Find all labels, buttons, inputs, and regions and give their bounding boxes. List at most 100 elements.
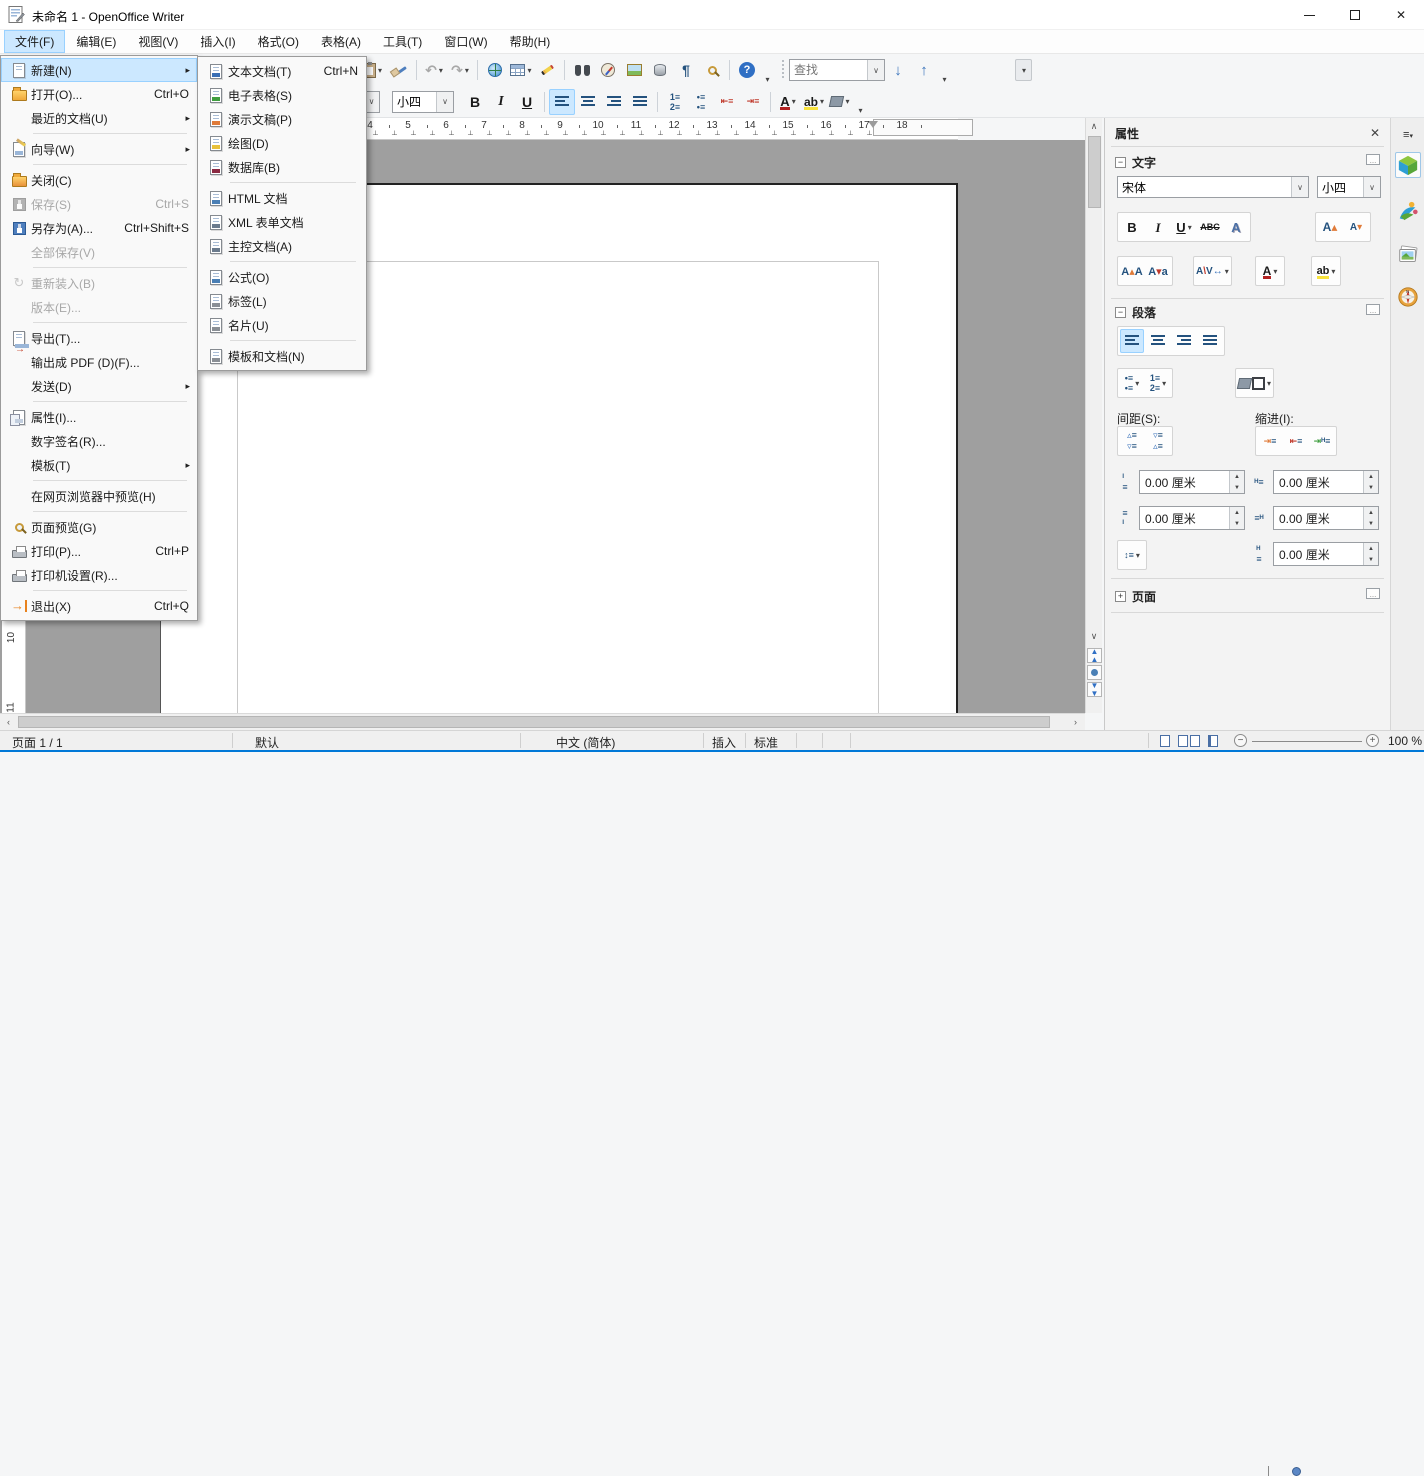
menu-insert[interactable]: 插入(I) [189, 30, 246, 53]
navigator-button[interactable] [595, 57, 621, 83]
shrink-font-button[interactable]: A▾ [1344, 215, 1368, 239]
formatting-marks-button[interactable]: ¶ [673, 57, 699, 83]
spin-up-icon[interactable]: ▲ [1364, 507, 1378, 518]
spin-down-icon[interactable]: ▼ [1364, 518, 1378, 529]
tab-stop-marker[interactable]: ┴ [449, 132, 454, 139]
text-dialog-launcher[interactable]: … [1366, 154, 1380, 165]
font-name-dropdown[interactable]: ∨ [1291, 177, 1308, 197]
book-view-button[interactable] [1208, 735, 1218, 747]
bullet-list-button[interactable]: •≡•≡▾ [1120, 371, 1144, 395]
menu-table[interactable]: 表格(A) [310, 30, 372, 53]
increase-spacing-button[interactable]: ▵≡▿≡ [1120, 429, 1144, 453]
lowercase-button[interactable]: A▾a [1146, 259, 1170, 283]
submenu-item-xml-form-document[interactable]: XML 表单文档 [198, 210, 366, 234]
close-button[interactable]: ✕ [1378, 0, 1424, 30]
tab-stop-marker[interactable]: ┴ [430, 132, 435, 139]
previous-page-button[interactable]: ▲▲ [1087, 648, 1102, 663]
indent-value[interactable]: 0.00 厘米 [1274, 507, 1363, 529]
find-replace-button[interactable] [569, 57, 595, 83]
align-right-button[interactable] [601, 89, 627, 115]
paragraph-dialog-launcher[interactable]: … [1366, 304, 1380, 315]
sidebar-font-size-input[interactable] [1318, 180, 1363, 194]
submenu-item-text-document[interactable]: 文本文档(T) Ctrl+N [198, 59, 366, 83]
bold-button[interactable]: B [1120, 215, 1144, 239]
page-section-header[interactable]: + 页面 [1115, 588, 1156, 605]
page-dialog-launcher[interactable]: … [1366, 588, 1380, 599]
horizontal-scrollbar[interactable]: ‹ › [0, 713, 1085, 730]
tab-stop-marker[interactable]: ┴ [867, 132, 872, 139]
find-next-button[interactable]: ↓ [885, 57, 911, 83]
submenu-item-formula[interactable]: 公式(O) [198, 265, 366, 289]
indent-value[interactable]: 0.00 厘米 [1274, 543, 1363, 565]
sidebar-close-button[interactable]: ✕ [1370, 126, 1380, 140]
align-right-button[interactable] [1172, 329, 1196, 353]
tab-stop-marker[interactable]: ┴ [810, 132, 815, 139]
menu-help[interactable]: 帮助(H) [499, 30, 562, 53]
submenu-item-master-document[interactable]: 主控文档(A) [198, 234, 366, 258]
italic-button[interactable]: I [488, 89, 514, 115]
spinner-buttons[interactable]: ▲▼ [1363, 507, 1378, 529]
help-button[interactable]: ? [734, 57, 760, 83]
file-menu-item-exit[interactable]: → 退出(X) Ctrl+Q [1, 594, 197, 618]
hyperlink-button[interactable] [482, 57, 508, 83]
highlighting-button[interactable]: ab▾ [1314, 259, 1338, 283]
indent-value[interactable]: 0.00 厘米 [1274, 471, 1363, 493]
paragraph-background-button[interactable]: ▾ [1238, 371, 1271, 395]
shadow-button[interactable]: A [1224, 215, 1248, 239]
file-menu-item-close[interactable]: 关闭(C) [1, 168, 197, 192]
tab-stop-marker[interactable]: ┴ [468, 132, 473, 139]
tab-stop-marker[interactable]: ┴ [373, 132, 378, 139]
menu-edit[interactable]: 编辑(E) [65, 30, 127, 53]
scroll-right-button[interactable]: › [1068, 714, 1083, 730]
undo-button[interactable]: ↶▾ [421, 57, 447, 83]
text-language[interactable]: 中文 (简体) [556, 734, 615, 751]
tab-stop-marker[interactable]: ┴ [734, 132, 739, 139]
file-menu-item-printer-settings[interactable]: 打印机设置(R)... [1, 563, 197, 587]
gallery-button[interactable] [621, 57, 647, 83]
file-menu-item-export[interactable]: 导出(T)... [1, 326, 197, 350]
format-paintbrush-button[interactable] [386, 57, 412, 83]
tab-stop-marker[interactable]: ┴ [582, 132, 587, 139]
font-size-input[interactable] [393, 95, 436, 109]
file-menu-item-page-preview[interactable]: 页面预览(G) [1, 515, 197, 539]
gallery-deck-tab[interactable] [1395, 242, 1421, 268]
redo-button[interactable]: ↷▾ [447, 57, 473, 83]
single-page-view-button[interactable] [1160, 735, 1170, 747]
tab-stop-marker[interactable]: ┴ [848, 132, 853, 139]
strikethrough-button[interactable]: ABC [1198, 215, 1222, 239]
data-sources-button[interactable] [647, 57, 673, 83]
zoom-slider-thumb[interactable] [1292, 1467, 1301, 1476]
next-page-button[interactable]: ▼▼ [1087, 682, 1102, 697]
page-count[interactable]: 页面 1 / 1 [12, 734, 63, 751]
menu-window[interactable]: 窗口(W) [433, 30, 498, 53]
file-menu-item-print[interactable]: 打印(P)... Ctrl+P [1, 539, 197, 563]
sidebar-settings-button[interactable]: ≡▾ [1395, 126, 1421, 144]
highlighting-button[interactable]: ab▾ [801, 89, 827, 115]
tab-stop-marker[interactable]: ┴ [392, 132, 397, 139]
spin-down-icon[interactable]: ▼ [1230, 518, 1244, 529]
file-menu-item-new[interactable]: 新建(N) ▸ [1, 58, 197, 82]
spin-down-icon[interactable]: ▼ [1230, 482, 1244, 493]
submenu-item-business-cards[interactable]: 名片(U) [198, 313, 366, 337]
underline-button[interactable]: U▾ [1172, 215, 1196, 239]
find-toolbar-grip[interactable] [782, 60, 784, 80]
navigation-button[interactable] [1087, 665, 1102, 680]
file-menu-item-save-all[interactable]: 全部保存(V) [1, 240, 197, 264]
navigator-deck-tab[interactable]: N [1395, 284, 1421, 310]
toolbar-overflow-button[interactable]: ▾ [760, 72, 774, 86]
menu-file[interactable]: 文件(F) [4, 30, 65, 53]
properties-deck-tab[interactable] [1395, 152, 1421, 178]
expand-icon[interactable]: + [1115, 591, 1126, 602]
multi-page-view-button[interactable] [1178, 735, 1188, 747]
numbered-list-button[interactable]: 1≡2≡▾ [1146, 371, 1170, 395]
draw-functions-button[interactable] [534, 57, 560, 83]
spin-up-icon[interactable]: ▲ [1230, 471, 1244, 482]
tab-stop-marker[interactable]: ┴ [563, 132, 568, 139]
justify-button[interactable] [627, 89, 653, 115]
zoom-in-button[interactable]: + [1366, 734, 1379, 747]
submenu-item-labels[interactable]: 标签(L) [198, 289, 366, 313]
text-section-header[interactable]: − 文字 [1115, 154, 1156, 171]
find-previous-button[interactable]: ↑ [911, 57, 937, 83]
tab-stop-marker[interactable]: ┴ [506, 132, 511, 139]
file-menu-item-export-pdf[interactable]: 输出成 PDF (D)(F)... [1, 350, 197, 374]
